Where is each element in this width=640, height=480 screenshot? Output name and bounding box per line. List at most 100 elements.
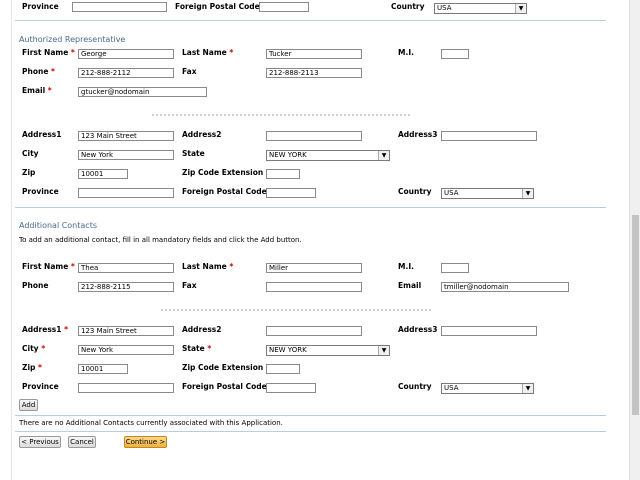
add-country-value: USA bbox=[444, 384, 459, 392]
auth-zip-input[interactable]: 10001 bbox=[78, 169, 128, 179]
auth-phone-label: Phone * bbox=[22, 67, 55, 76]
section-divider bbox=[15, 20, 606, 21]
add-state-select[interactable]: NEW YORK ▼ bbox=[266, 345, 390, 356]
auth-city-input[interactable]: New York bbox=[78, 150, 174, 160]
auth-mi-label: M.I. bbox=[398, 48, 414, 57]
required-marker: * bbox=[70, 48, 75, 57]
auth-email-label: Email * bbox=[22, 86, 52, 95]
add-province-input[interactable] bbox=[78, 383, 174, 393]
chevron-down-icon: ▼ bbox=[522, 189, 533, 198]
auth-address2-input[interactable] bbox=[266, 131, 362, 141]
add-address2-label: Address2 bbox=[182, 325, 222, 334]
auth-country-label: Country bbox=[398, 187, 432, 196]
required-marker: * bbox=[70, 262, 75, 271]
required-marker: * bbox=[51, 67, 55, 76]
add-email-label: Email bbox=[398, 281, 422, 290]
additional-contacts-heading: Additional Contacts bbox=[19, 221, 97, 230]
auth-province-label: Province bbox=[22, 187, 59, 196]
section-divider bbox=[15, 415, 606, 416]
add-contact-button[interactable]: Add bbox=[19, 399, 38, 411]
add-fax-input[interactable] bbox=[266, 282, 362, 292]
add-phone-input[interactable]: 212-888-2115 bbox=[78, 282, 174, 292]
left-border bbox=[11, 0, 12, 480]
add-first-name-label: First Name * bbox=[22, 262, 75, 271]
add-city-input[interactable]: New York bbox=[78, 345, 174, 355]
add-zip-label: Zip * bbox=[22, 363, 42, 372]
required-marker: * bbox=[38, 363, 42, 372]
add-address1-input[interactable]: 123 Main Street bbox=[78, 326, 174, 336]
foreign-postal-code-input[interactable] bbox=[259, 2, 309, 12]
province-input[interactable] bbox=[72, 2, 167, 12]
add-country-select[interactable]: USA ▼ bbox=[441, 383, 534, 394]
foreign-postal-code-label: Foreign Postal Code bbox=[175, 2, 260, 11]
auth-address3-input[interactable] bbox=[441, 131, 537, 141]
add-address1-label: Address1 * bbox=[22, 325, 69, 334]
auth-city-label: City bbox=[22, 149, 39, 158]
chevron-down-icon: ▼ bbox=[522, 384, 533, 393]
auth-foreign-postal-code-label: Foreign Postal Code bbox=[182, 187, 267, 196]
add-foreign-postal-code-input[interactable] bbox=[266, 383, 316, 393]
required-marker: * bbox=[47, 86, 52, 95]
add-first-name-input[interactable]: Thea bbox=[78, 263, 174, 273]
required-marker: * bbox=[207, 344, 212, 353]
scrollbar-thumb[interactable] bbox=[632, 215, 639, 415]
cancel-button[interactable]: Cancel bbox=[68, 436, 96, 448]
add-mi-input[interactable] bbox=[441, 263, 469, 273]
country-value: USA bbox=[437, 4, 452, 12]
add-mi-label: M.I. bbox=[398, 262, 414, 271]
add-address3-label: Address3 bbox=[398, 325, 438, 334]
auth-address2-label: Address2 bbox=[182, 130, 222, 139]
auth-foreign-postal-code-input[interactable] bbox=[266, 188, 316, 198]
add-address2-input[interactable] bbox=[266, 326, 362, 336]
add-zip-input[interactable]: 10001 bbox=[78, 364, 128, 374]
auth-country-value: USA bbox=[444, 189, 459, 197]
add-phone-label: Phone bbox=[22, 281, 49, 290]
continue-button[interactable]: Continue > bbox=[124, 436, 167, 448]
add-state-value: NEW YORK bbox=[269, 346, 307, 354]
auth-phone-input[interactable]: 212-888-2112 bbox=[78, 68, 174, 78]
auth-state-value: NEW YORK bbox=[269, 151, 307, 159]
auth-fax-label: Fax bbox=[182, 67, 197, 76]
country-select[interactable]: USA ▼ bbox=[434, 3, 527, 14]
auth-country-select[interactable]: USA ▼ bbox=[441, 188, 534, 199]
no-contacts-message: There are no Additional Contacts current… bbox=[19, 419, 283, 427]
add-zip-extension-label: Zip Code Extension bbox=[182, 363, 264, 372]
required-marker: * bbox=[64, 325, 69, 334]
add-province-label: Province bbox=[22, 382, 59, 391]
auth-zip-extension-input[interactable] bbox=[266, 169, 300, 179]
dotted-separator bbox=[152, 114, 410, 116]
authorized-representative-heading: Authorized Representative bbox=[19, 35, 126, 44]
add-last-name-input[interactable]: Miller bbox=[266, 263, 362, 273]
add-zip-extension-input[interactable] bbox=[266, 364, 300, 374]
chevron-down-icon: ▼ bbox=[515, 4, 526, 13]
vertical-scrollbar[interactable] bbox=[629, 0, 640, 480]
country-label: Country bbox=[391, 2, 425, 11]
section-divider bbox=[15, 431, 606, 432]
auth-province-input[interactable] bbox=[78, 188, 174, 198]
required-marker: * bbox=[229, 262, 234, 271]
additional-contacts-instructions: To add an additional contact, fill in al… bbox=[19, 236, 302, 244]
dotted-separator bbox=[161, 309, 431, 311]
auth-mi-input[interactable] bbox=[441, 49, 469, 59]
auth-address1-input[interactable]: 123 Main Street bbox=[78, 131, 174, 141]
auth-first-name-input[interactable]: George bbox=[78, 49, 174, 59]
auth-first-name-label: First Name * bbox=[22, 48, 75, 57]
add-state-label: State * bbox=[182, 344, 212, 353]
add-address3-input[interactable] bbox=[441, 326, 537, 336]
auth-address1-label: Address1 bbox=[22, 130, 62, 139]
add-fax-label: Fax bbox=[182, 281, 197, 290]
auth-fax-input[interactable]: 212-888-2113 bbox=[266, 68, 362, 78]
add-email-input[interactable]: tmiller@nodomain bbox=[441, 282, 569, 292]
province-label: Province bbox=[22, 2, 59, 11]
section-divider bbox=[15, 207, 606, 208]
add-last-name-label: Last Name * bbox=[182, 262, 234, 271]
auth-email-input[interactable]: gtucker@nodomain bbox=[78, 87, 207, 97]
chevron-down-icon: ▼ bbox=[378, 346, 389, 355]
required-marker: * bbox=[41, 344, 46, 353]
previous-button[interactable]: < Previous bbox=[19, 436, 61, 448]
auth-address3-label: Address3 bbox=[398, 130, 438, 139]
auth-state-select[interactable]: NEW YORK ▼ bbox=[266, 150, 390, 161]
chevron-down-icon: ▼ bbox=[378, 151, 389, 160]
auth-last-name-input[interactable]: Tucker bbox=[266, 49, 362, 59]
auth-state-label: State bbox=[182, 149, 205, 158]
